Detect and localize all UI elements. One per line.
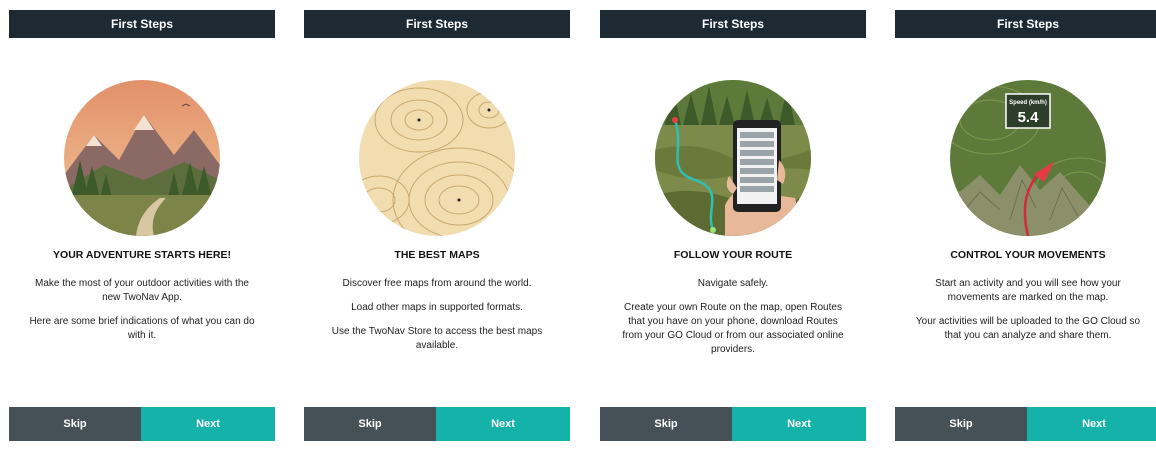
screen-title: First Steps — [304, 10, 570, 38]
bottom-bar: Skip Next — [600, 407, 866, 441]
next-button[interactable]: Next — [732, 407, 866, 441]
skip-button[interactable]: Skip — [895, 407, 1027, 441]
speed-value: 5.4 — [1018, 109, 1040, 126]
screen-description: Start an activity and you will see how y… — [913, 277, 1143, 353]
onboarding-screen-2: First Steps THE BEST MAPS Discover free … — [304, 10, 570, 441]
bottom-bar: Skip Next — [304, 407, 570, 441]
skip-button[interactable]: Skip — [9, 407, 141, 441]
screen-heading: THE BEST MAPS — [394, 249, 480, 261]
description-paragraph: Navigate safely. — [697, 278, 769, 289]
description-paragraph: Your activities will be uploaded to the … — [915, 316, 1141, 341]
description-paragraph: Start an activity and you will see how y… — [935, 278, 1121, 303]
screen-heading: FOLLOW YOUR ROUTE — [673, 249, 793, 261]
description-paragraph: Use the TwoNav Store to access the best … — [331, 326, 543, 351]
screen-description: Navigate safely. Create your own Route o… — [618, 277, 848, 367]
speed-label: Speed (km/h) — [1009, 100, 1047, 106]
description-paragraph: Here are some brief indications of what … — [29, 316, 255, 341]
screen-description: Make the most of your outdoor activities… — [27, 277, 257, 353]
mountain-sunset-illustration — [64, 80, 220, 236]
onboarding-screen-3: First Steps FOLLOW YOUR ROUTE Navigate s… — [600, 10, 866, 441]
speed-tracking-illustration: Speed (km/h) 5.4 — [950, 80, 1106, 236]
next-button[interactable]: Next — [436, 407, 570, 441]
skip-button[interactable]: Skip — [600, 407, 732, 441]
onboarding-screen-1: First Steps YOUR ADVENTURE STARTS HERE! … — [9, 10, 275, 441]
screen-title: First Steps — [895, 10, 1156, 38]
screen-heading: CONTROL YOUR MOVEMENTS — [950, 249, 1106, 261]
screen-heading: YOUR ADVENTURE STARTS HERE! — [53, 249, 231, 261]
next-button[interactable]: Next — [141, 407, 275, 441]
description-paragraph: Make the most of your outdoor activities… — [35, 278, 249, 303]
screen-title: First Steps — [600, 10, 866, 38]
screen-title: First Steps — [9, 10, 275, 38]
description-paragraph: Discover free maps from around the world… — [342, 278, 532, 289]
topographic-map-illustration — [359, 80, 515, 236]
next-button[interactable]: Next — [1027, 407, 1156, 441]
description-paragraph: Load other maps in supported formats. — [351, 302, 523, 313]
bottom-bar: Skip Next — [895, 407, 1156, 441]
description-paragraph: Create your own Route on the map, open R… — [622, 302, 844, 355]
bottom-bar: Skip Next — [9, 407, 275, 441]
screen-description: Discover free maps from around the world… — [322, 277, 552, 363]
onboarding-screen-4: First Steps Speed (km/h) 5.4 CONTROL YOU… — [895, 10, 1156, 441]
phone-route-illustration — [655, 80, 811, 236]
skip-button[interactable]: Skip — [304, 407, 436, 441]
